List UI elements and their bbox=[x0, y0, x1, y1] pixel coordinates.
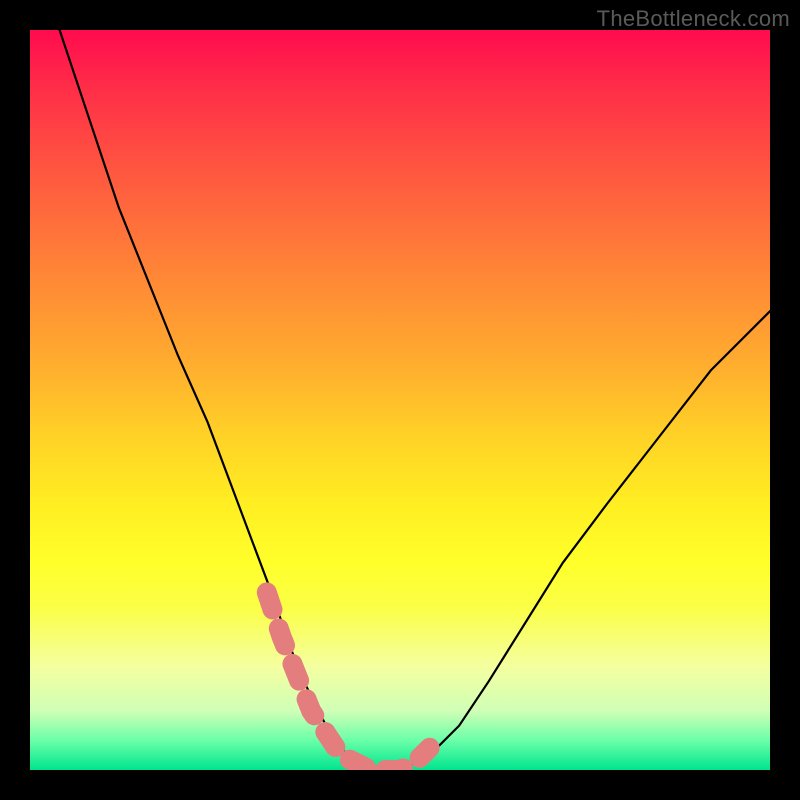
curve-svg bbox=[30, 30, 770, 770]
main-curve bbox=[60, 30, 770, 770]
highlight-segment bbox=[267, 592, 430, 770]
watermark-text: TheBottleneck.com bbox=[597, 6, 790, 32]
chart-frame: TheBottleneck.com bbox=[0, 0, 800, 800]
plot-area bbox=[30, 30, 770, 770]
